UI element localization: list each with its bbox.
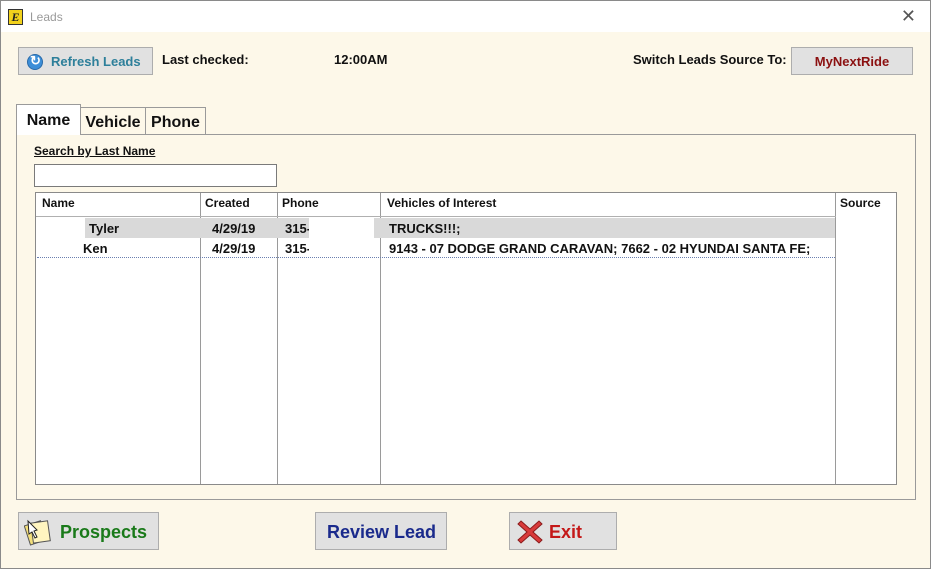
- close-icon[interactable]: ✕: [901, 7, 916, 25]
- refresh-leads-button[interactable]: Refresh Leads: [18, 47, 153, 75]
- window-title: Leads: [30, 10, 63, 24]
- cell-vehicles: TRUCKS!!!;: [389, 221, 461, 236]
- prospects-label: Prospects: [60, 522, 148, 542]
- tab-vehicle[interactable]: Vehicle: [80, 107, 146, 135]
- tab-name[interactable]: Name: [16, 104, 81, 135]
- last-checked-value: 12:00AM: [334, 52, 388, 67]
- column-header-vehicles[interactable]: Vehicles of Interest: [387, 196, 496, 210]
- cell-phone: 315-: [285, 221, 309, 236]
- cell-vehicles: 9143 - 07 DODGE GRAND CARAVAN; 7662 - 02…: [389, 241, 811, 256]
- title-bar: E Leads ✕: [1, 1, 930, 32]
- switch-source-button-label: MyNextRide: [814, 54, 890, 69]
- table-row[interactable]: Ken 4/29/19 315- 9143 - 07 DODGE GRAND C…: [37, 238, 835, 258]
- header-divider: [36, 216, 836, 217]
- column-header-source[interactable]: Source: [840, 196, 881, 210]
- redaction-block: [37, 218, 85, 238]
- cell-name: Tyler: [89, 221, 120, 236]
- switch-source-button[interactable]: MyNextRide: [791, 47, 913, 75]
- prospects-icon: [24, 519, 51, 546]
- switch-source-label: Switch Leads Source To:: [633, 52, 787, 67]
- last-checked-label: Last checked:: [162, 52, 249, 67]
- exit-label: Exit: [549, 522, 583, 542]
- exit-x-icon: [517, 520, 543, 544]
- tab-phone[interactable]: Phone: [145, 107, 206, 135]
- column-header-name[interactable]: Name: [42, 196, 75, 210]
- last-name-search-input[interactable]: [34, 164, 277, 187]
- row-focus-underline: [37, 257, 835, 258]
- column-header-created[interactable]: Created: [205, 196, 250, 210]
- leads-table[interactable]: Name Created Phone Vehicles of Interest …: [35, 192, 897, 485]
- tab-panel: Search by Last Name Name Created Phone V…: [16, 134, 916, 500]
- refresh-leads-label: Refresh Leads: [51, 54, 141, 69]
- cell-created: 4/29/19: [212, 241, 256, 256]
- refresh-icon: [27, 53, 43, 70]
- table-row[interactable]: Tyler 4/29/19 315- TRUCKS!!!;: [37, 218, 835, 238]
- redaction-block: [309, 218, 374, 238]
- review-lead-button[interactable]: Review Lead: [315, 512, 447, 550]
- cell-name: Ken: [83, 241, 108, 256]
- column-separator: [835, 193, 836, 484]
- app-icon: E: [8, 9, 23, 25]
- exit-button[interactable]: Exit: [509, 512, 617, 550]
- leads-window: E Leads ✕ Refresh Leads Last checked: 12…: [0, 0, 931, 569]
- cell-created: 4/29/19: [212, 221, 256, 236]
- review-lead-label: Review Lead: [327, 522, 437, 542]
- search-label: Search by Last Name: [34, 144, 156, 158]
- column-header-phone[interactable]: Phone: [282, 196, 319, 210]
- cell-phone: 315-: [285, 241, 309, 256]
- prospects-button[interactable]: Prospects: [18, 512, 159, 550]
